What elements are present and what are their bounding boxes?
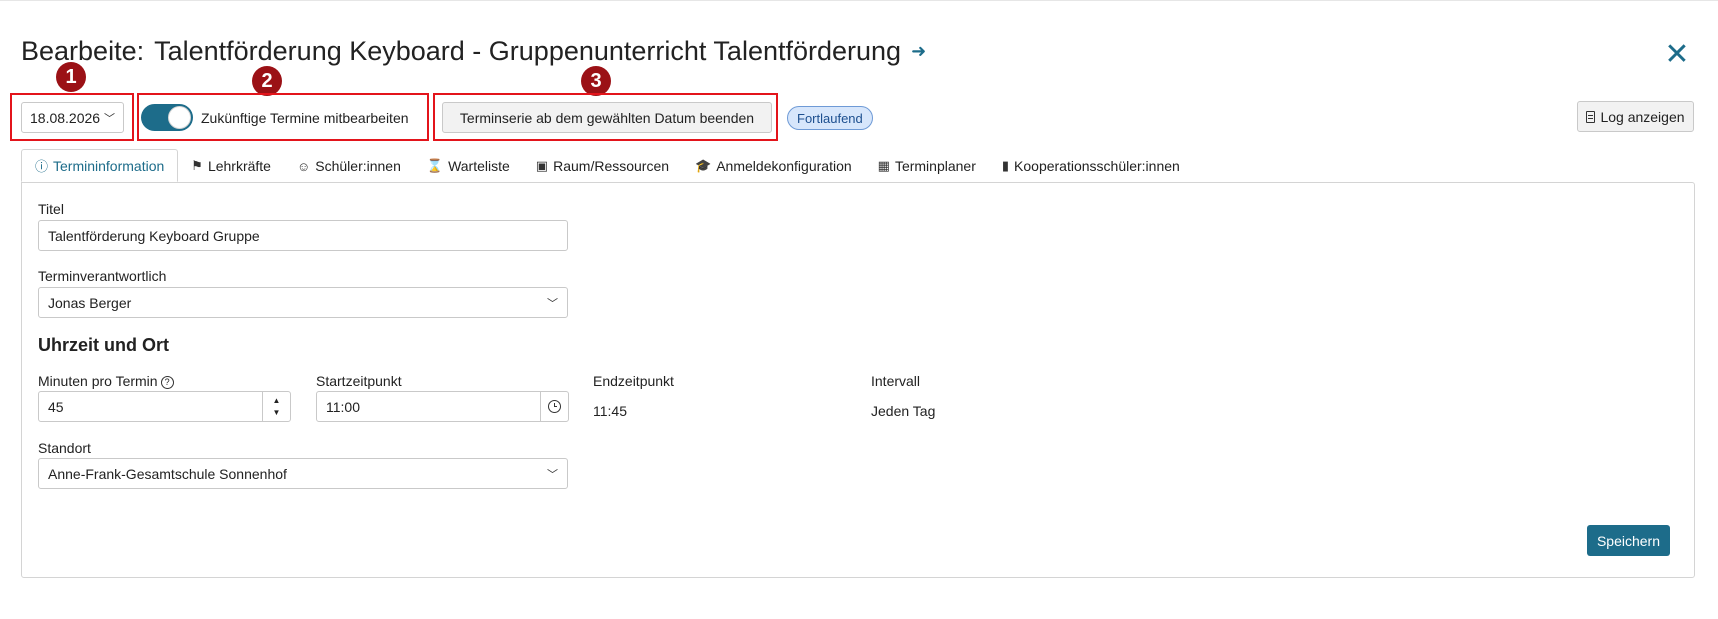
- toggle-knob: [168, 106, 191, 129]
- minutes-stepper[interactable]: 45 ▲ ▼: [38, 391, 291, 422]
- open-link-arrow-icon[interactable]: ➜: [911, 41, 926, 62]
- end-value: 11:45: [593, 403, 627, 419]
- tab-raum-ressourcen[interactable]: ▣ Raum/Ressourcen: [523, 150, 682, 182]
- tab-anmeldekonfiguration[interactable]: 🎓 Anmeldekonfiguration: [682, 150, 865, 182]
- tab-terminplaner[interactable]: ▦ Terminplaner: [865, 150, 989, 182]
- minutes-label-group: Minuten pro Termin?: [38, 373, 174, 389]
- start-value: 11:00: [326, 398, 360, 415]
- tab-bar: ⓘ Termininformation ⚑ Lehrkräfte ☺ Schül…: [21, 149, 1193, 182]
- tab-label: Schüler:innen: [315, 158, 401, 174]
- tab-label: Kooperationsschüler:innen: [1014, 158, 1180, 174]
- termininformation-panel: Titel Talentförderung Keyboard Gruppe Te…: [21, 182, 1695, 578]
- date-value: 18.08.2026: [30, 109, 101, 126]
- page-title: Bearbeite: Talentförderung Keyboard - Gr…: [21, 36, 926, 67]
- info-circle-icon: ⓘ: [35, 159, 49, 174]
- clock-icon: [548, 400, 561, 413]
- save-button[interactable]: Speichern: [1587, 525, 1670, 556]
- start-label: Startzeitpunkt: [316, 373, 402, 389]
- caret-down-icon[interactable]: ▼: [273, 407, 281, 419]
- minutes-value: 45: [48, 398, 64, 415]
- tab-label: Lehrkräfte: [207, 158, 271, 174]
- chevron-down-icon: ﹀: [547, 468, 558, 481]
- document-icon: [1586, 110, 1596, 123]
- minutes-label: Minuten pro Termin: [38, 373, 158, 389]
- briefcase-icon: ▣: [535, 158, 549, 173]
- top-divider: [0, 0, 1718, 1]
- tab-label: Raum/Ressourcen: [553, 158, 670, 174]
- tab-label: Warteliste: [448, 158, 510, 174]
- chevron-down-icon: ﹀: [104, 112, 115, 125]
- tab-label: Termininformation: [53, 157, 165, 174]
- end-series-button[interactable]: Terminserie ab dem gewählten Datum beend…: [442, 102, 772, 133]
- interval-label: Intervall: [871, 373, 921, 389]
- responsible-label: Terminverantwortlich: [38, 268, 167, 284]
- stepper-arrows[interactable]: ▲ ▼: [262, 392, 290, 421]
- location-value: Anne-Frank-Gesamtschule Sonnenhof: [48, 465, 287, 482]
- chevron-down-icon: ﹀: [547, 297, 558, 310]
- future-dates-toggle[interactable]: [141, 104, 193, 131]
- section-heading-time-place: Uhrzeit und Ort: [38, 335, 169, 355]
- time-picker-button[interactable]: [540, 392, 568, 421]
- tab-kooperationsschueler[interactable]: ▮ Kooperationsschüler:innen: [989, 150, 1193, 182]
- marker-1: 1: [56, 62, 86, 92]
- students-icon: ☺: [296, 158, 311, 174]
- hourglass-icon: ⌛: [426, 158, 444, 173]
- tab-termininformation[interactable]: ⓘ Termininformation: [21, 149, 179, 182]
- start-time-input[interactable]: 11:00: [316, 391, 569, 422]
- title-text: Talentförderung Keyboard - Gruppenunterr…: [154, 36, 902, 66]
- title-input[interactable]: Talentförderung Keyboard Gruppe: [38, 220, 568, 251]
- tab-label: Terminplaner: [894, 158, 976, 174]
- teacher-icon: ⚑: [191, 158, 203, 173]
- title-prefix: Bearbeite:: [21, 36, 145, 66]
- toggle-label: Zukünftige Termine mitbearbeiten: [201, 109, 409, 126]
- title-input-value: Talentförderung Keyboard Gruppe: [48, 227, 260, 244]
- bar-chart-icon: ▮: [1001, 158, 1010, 173]
- graduation-cap-icon: 🎓: [695, 158, 712, 173]
- tab-lehrkraefte[interactable]: ⚑ Lehrkräfte: [178, 150, 284, 182]
- help-icon[interactable]: ?: [160, 376, 174, 389]
- title-label: Titel: [38, 201, 64, 217]
- responsible-select[interactable]: Jonas Berger ﹀: [38, 287, 568, 318]
- tab-warteliste[interactable]: ⌛ Warteliste: [414, 150, 523, 182]
- date-select[interactable]: 18.08.2026 ﹀: [21, 102, 124, 133]
- tab-label: Anmeldekonfiguration: [716, 158, 852, 174]
- end-label: Endzeitpunkt: [593, 373, 674, 389]
- location-select[interactable]: Anne-Frank-Gesamtschule Sonnenhof ﹀: [38, 458, 568, 489]
- responsible-value: Jonas Berger: [48, 294, 132, 311]
- marker-2: 2: [252, 66, 282, 96]
- close-icon[interactable]: ✕: [1660, 40, 1694, 74]
- show-log-label: Log anzeigen: [1600, 108, 1685, 125]
- calendar-icon: ▦: [877, 158, 890, 173]
- location-label: Standort: [38, 440, 91, 456]
- tab-schueler[interactable]: ☺ Schüler:innen: [284, 150, 414, 182]
- future-dates-toggle-group: Zukünftige Termine mitbearbeiten: [141, 104, 409, 131]
- interval-value: Jeden Tag: [871, 403, 936, 419]
- caret-up-icon[interactable]: ▲: [273, 395, 281, 407]
- status-badge: Fortlaufend: [787, 106, 873, 130]
- marker-3: 3: [581, 66, 611, 96]
- show-log-button[interactable]: Log anzeigen: [1577, 101, 1694, 132]
